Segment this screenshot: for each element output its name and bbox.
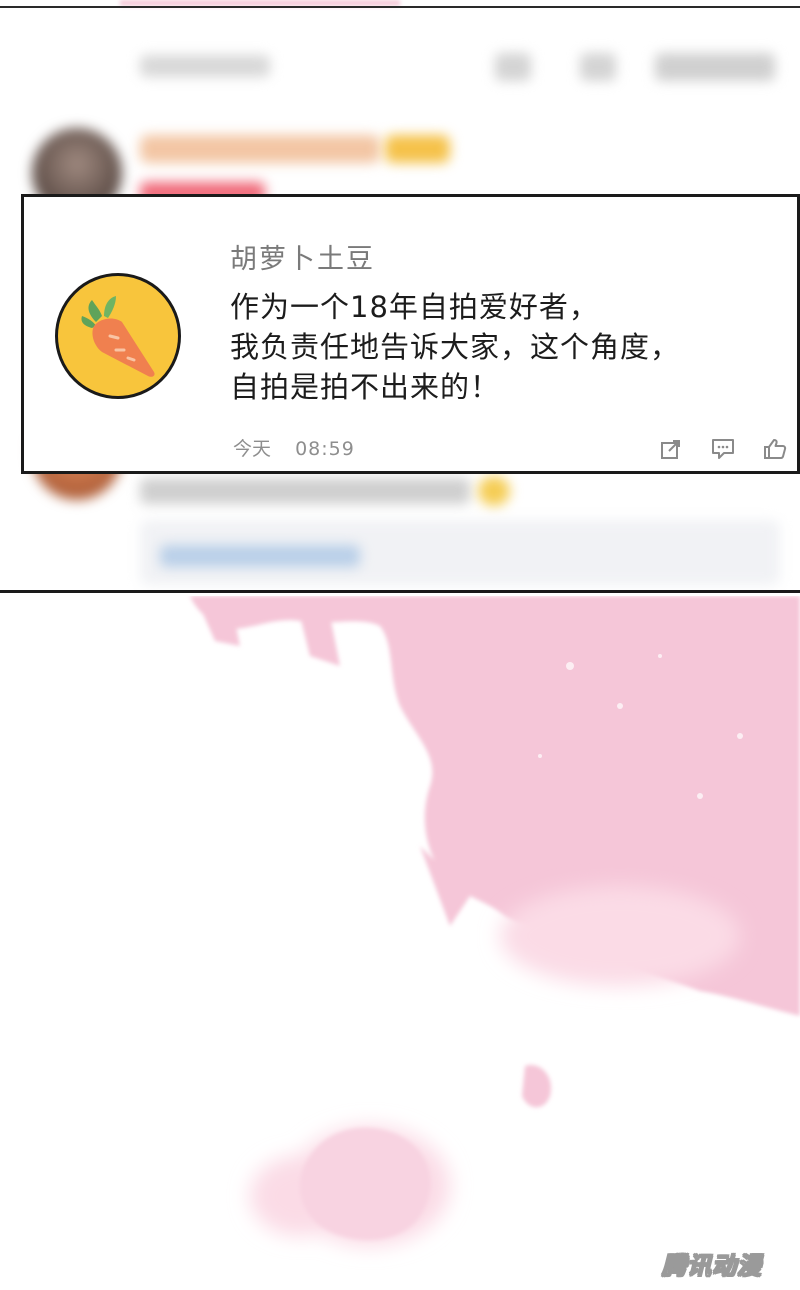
comment-line: 自拍是拍不出来的！: [230, 370, 501, 404]
ink-splash-illustration: [190, 596, 800, 1246]
comment-line: 我负责任地告诉大家，这个角度，: [230, 330, 681, 364]
reply-icon: [712, 439, 734, 459]
blurred-reply-link: [160, 545, 360, 567]
comment-date: 今天: [233, 438, 272, 460]
username[interactable]: 胡萝卜土豆: [230, 237, 375, 276]
blurred-previous-comment-footer: [130, 35, 780, 105]
blurred-comment-text: [140, 478, 470, 504]
avatar[interactable]: [55, 273, 181, 399]
blurred-level-badge: [385, 135, 450, 163]
comment-time: 08:59: [295, 438, 355, 460]
comment-card: 胡萝卜土豆 作为一个18年自拍爱好者， 我负责任地告诉大家，这个角度， 自拍是拍…: [21, 194, 800, 474]
comment-line: 作为一个18年自拍爱好者，: [230, 290, 599, 324]
comment-timestamp: 今天 08:59: [233, 434, 355, 461]
reply-button[interactable]: [709, 436, 737, 462]
panel-top-border: [0, 6, 800, 8]
background-comment-feed: 胡萝卜土豆 作为一个18年自拍爱好者， 我负责任地告诉大家，这个角度， 自拍是拍…: [0, 0, 800, 593]
like-icon: [764, 439, 787, 459]
carrot-icon: [81, 296, 155, 377]
share-icon: [661, 440, 680, 459]
pink-splash-background: 腾讯动漫: [0, 596, 800, 1290]
like-button[interactable]: [761, 436, 789, 462]
comment-actions: [657, 436, 789, 462]
watermark-logo: 腾讯动漫: [662, 1252, 762, 1281]
share-button[interactable]: [657, 436, 685, 462]
blurred-username: [140, 135, 380, 163]
blurred-emoji: [478, 476, 510, 506]
comment-text: 作为一个18年自拍爱好者， 我负责任地告诉大家，这个角度， 自拍是拍不出来的！: [230, 287, 680, 407]
